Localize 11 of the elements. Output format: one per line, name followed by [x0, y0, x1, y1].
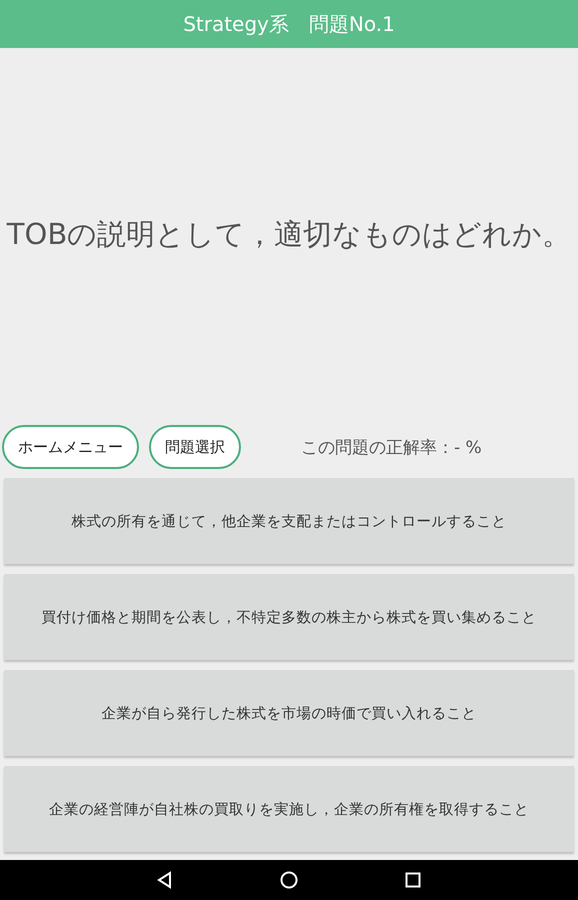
answer-button[interactable]: 企業の経営陣が自社株の買取りを実施し，企業の所有権を取得すること [4, 766, 574, 852]
answer-button[interactable]: 株式の所有を通じて，他企業を支配またはコントロールすること [4, 478, 574, 564]
screen-title: Strategy系 問題No.1 [183, 10, 395, 38]
answer-button[interactable]: 買付け価格と期間を公表し，不特定多数の株主から株式を買い集めること [4, 574, 574, 660]
home-icon[interactable] [279, 870, 299, 890]
nav-button[interactable]: ホームメニュー [2, 425, 139, 469]
recents-icon[interactable] [403, 870, 423, 890]
nav-button[interactable]: 問題選択 [149, 425, 241, 469]
answer-button[interactable]: 企業が自ら発行した株式を市場の時価で買い入れること [4, 670, 574, 756]
accuracy-text: この問題の正解率：- % [301, 436, 482, 458]
question-text: TOBの説明として，適切なものはどれか。 [6, 216, 572, 254]
